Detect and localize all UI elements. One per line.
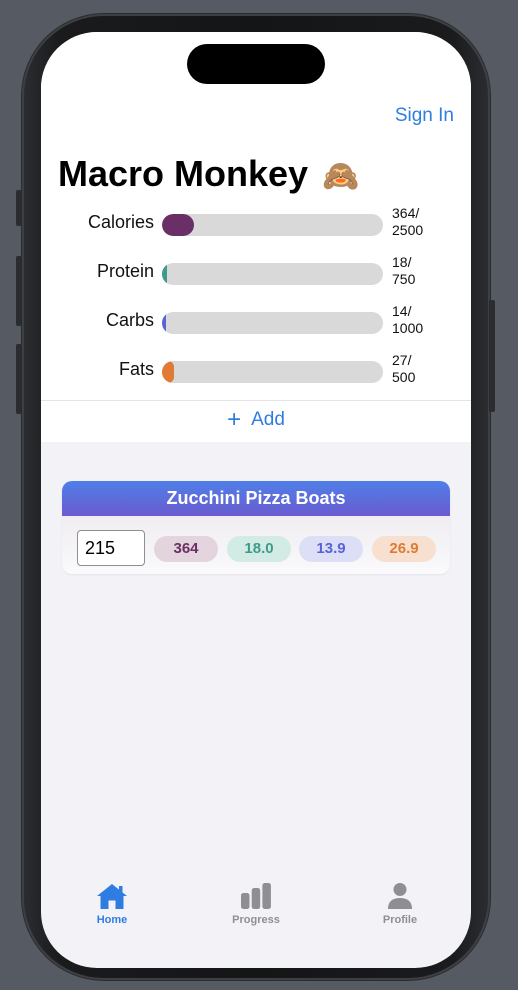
macro-row-calories: Calories 364/ 2500 <box>41 204 471 244</box>
progress-fill <box>162 361 174 383</box>
tab-label: Progress <box>232 914 280 926</box>
tab-profile[interactable]: Profile <box>355 872 445 926</box>
quantity-input[interactable] <box>77 530 145 566</box>
divider <box>41 400 471 401</box>
add-label: Add <box>251 409 285 430</box>
macro-row-carbs: Carbs 14/ 1000 <box>41 302 471 342</box>
macro-label: Calories <box>87 212 154 232</box>
progress-fill <box>162 263 168 285</box>
progress-track <box>162 214 383 236</box>
macro-value: 27/ 500 <box>392 352 452 386</box>
summary-card: Sign In Macro Monkey 🙈 Calories 364/ 250… <box>41 32 471 442</box>
macro-value: 18/ 750 <box>392 254 452 288</box>
house-icon <box>97 884 127 909</box>
macro-row-protein: Protein 18/ 750 <box>41 253 471 293</box>
macro-goal: 500 <box>392 369 416 385</box>
app-title: Macro Monkey <box>58 153 309 194</box>
tab-label: Home <box>96 914 128 926</box>
tab-label: Profile <box>382 914 418 926</box>
page-title: Macro Monkey 🙈 <box>58 153 359 195</box>
progress-fill <box>162 214 195 236</box>
tab-progress[interactable]: Progress <box>211 872 301 926</box>
macro-current: 18/ <box>392 254 412 270</box>
progress-track <box>162 263 383 285</box>
macro-row-fats: Fats 27/ 500 <box>41 351 471 391</box>
monkey-emoji-icon: 🙈 <box>322 160 360 193</box>
macro-label: Fats <box>118 359 154 379</box>
progress-fill <box>162 312 166 334</box>
macro-current: 27/ <box>392 352 412 368</box>
carbs-pill: 13.9 <box>299 536 363 562</box>
plus-icon: + <box>227 406 242 433</box>
macro-goal: 2500 <box>392 222 424 238</box>
bar-chart-icon <box>241 883 271 909</box>
food-name: Zucchini Pizza Boats <box>62 481 450 516</box>
app-screen: Sign In Macro Monkey 🙈 Calories 364/ 250… <box>41 32 471 968</box>
macro-goal: 750 <box>392 271 416 287</box>
volume-down-button <box>16 344 22 414</box>
macro-current: 14/ <box>392 303 412 319</box>
macro-label: Protein <box>96 261 154 281</box>
fats-pill: 26.9 <box>372 536 436 562</box>
macro-current: 364/ <box>392 205 420 221</box>
food-entry-card[interactable]: Zucchini Pizza Boats 364 18.0 13.9 26.9 <box>62 481 450 574</box>
progress-track <box>162 361 383 383</box>
power-button <box>489 300 495 412</box>
dynamic-island <box>187 44 325 84</box>
tab-home[interactable]: Home <box>67 872 157 926</box>
volume-up-button <box>16 256 22 326</box>
macro-value: 364/ 2500 <box>392 205 452 239</box>
macro-goal: 1000 <box>392 320 424 336</box>
tab-bar: Home Progress Profile <box>41 872 471 942</box>
person-icon <box>388 883 412 909</box>
action-button <box>16 190 22 226</box>
calories-pill: 364 <box>154 536 218 562</box>
macro-value: 14/ 1000 <box>392 303 452 337</box>
sign-in-button[interactable]: Sign In <box>395 105 454 127</box>
protein-pill: 18.0 <box>227 536 291 562</box>
add-button[interactable]: + Add <box>41 406 471 434</box>
food-entry-body: 364 18.0 13.9 26.9 <box>62 516 450 574</box>
progress-track <box>162 312 383 334</box>
macro-label: Carbs <box>105 310 154 330</box>
